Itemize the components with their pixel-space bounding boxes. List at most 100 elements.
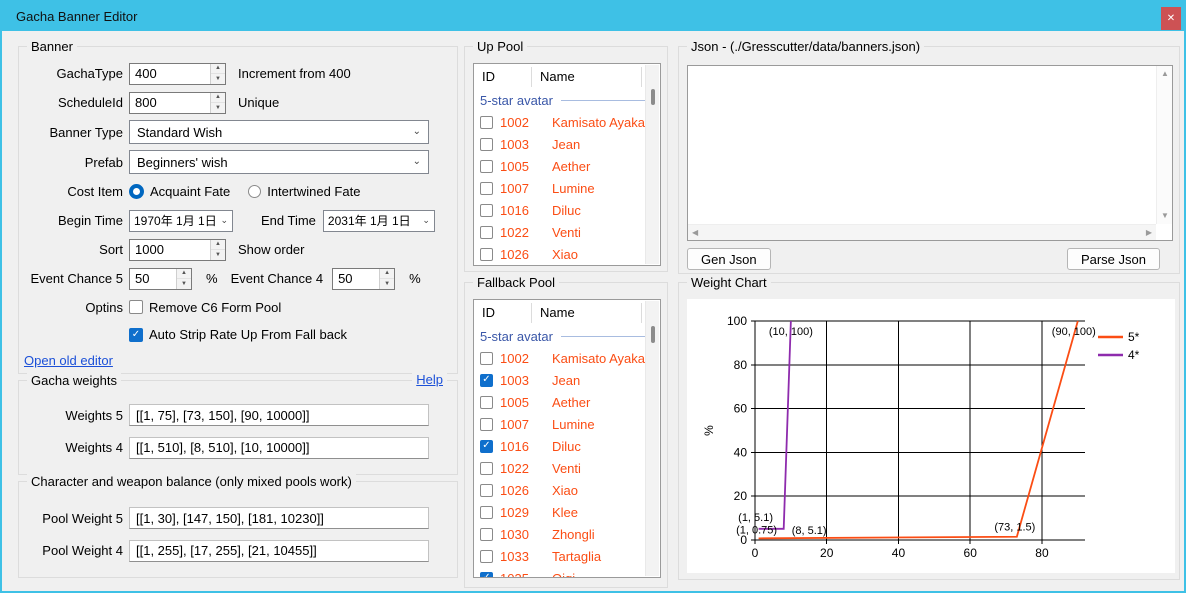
close-button[interactable]: ✕ <box>1161 7 1181 30</box>
intertwined-fate-radio[interactable] <box>248 185 261 198</box>
spin-up-icon[interactable]: ▲ <box>211 240 225 251</box>
json-textarea[interactable]: ▲ ▼ ◀ ▶ <box>687 65 1173 241</box>
section-label: 5-star avatar <box>480 93 553 108</box>
json-text-content[interactable] <box>692 69 1152 220</box>
fallback-pool-rows: 5-star avatar 1002 Kamisato Ayaka 1003 J… <box>474 325 660 578</box>
pool-row[interactable]: 1026 Xiao <box>474 243 660 265</box>
spin-down-icon[interactable]: ▼ <box>211 74 225 84</box>
remove-c6-checkbox[interactable] <box>129 300 143 314</box>
banner-type-select[interactable]: Standard Wish ⌄ <box>129 120 429 144</box>
pool-row[interactable]: 1002 Kamisato Ayaka <box>474 111 660 133</box>
event-chance-row: Event Chance 5 50 ▲▼ % Event Chance 4 50… <box>19 264 457 293</box>
event-chance-4-unit: % <box>409 271 421 286</box>
row-checkbox[interactable] <box>480 226 493 239</box>
pool-row[interactable]: 1003 Jean <box>474 369 660 391</box>
json-vertical-scrollbar[interactable]: ▲ ▼ <box>1156 66 1172 224</box>
open-old-editor-link[interactable]: Open old editor <box>24 353 113 368</box>
row-checkbox[interactable] <box>480 138 493 151</box>
row-checkbox[interactable] <box>480 248 493 261</box>
pool-weight-5-input[interactable]: [[1, 30], [147, 150], [181, 10230]] <box>129 507 429 529</box>
spin-up-icon[interactable]: ▲ <box>211 64 225 75</box>
scheduleid-spin-buttons[interactable]: ▲▼ <box>210 93 225 113</box>
event-chance-4-spinner[interactable]: 50 ▲▼ <box>332 268 395 290</box>
row-checkbox[interactable] <box>480 528 493 541</box>
prefab-value: Beginners' wish <box>137 155 228 170</box>
pool-row[interactable]: 1022 Venti <box>474 221 660 243</box>
pool-row[interactable]: 1005 Aether <box>474 391 660 413</box>
gachatype-spin-buttons[interactable]: ▲▼ <box>210 64 225 84</box>
pool-row[interactable]: 1030 Zhongli <box>474 523 660 545</box>
pool-row[interactable]: 1035 Qiqi <box>474 567 660 578</box>
scroll-left-icon[interactable]: ◀ <box>692 229 698 237</box>
weights-5-label: Weights 5 <box>19 408 123 423</box>
spin-up-icon[interactable]: ▲ <box>177 269 191 280</box>
gachatype-spinner[interactable]: 400 ▲▼ <box>129 63 226 85</box>
spin-down-icon[interactable]: ▼ <box>380 279 394 289</box>
auto-strip-checkbox[interactable] <box>129 328 143 342</box>
row-id: 1026 <box>500 247 541 262</box>
row-checkbox[interactable] <box>480 204 493 217</box>
row-checkbox[interactable] <box>480 352 493 365</box>
event-chance-5-spin-buttons[interactable]: ▲▼ <box>176 269 191 289</box>
pool-weight-4-input[interactable]: [[1, 255], [17, 255], [21, 10455]] <box>129 540 429 562</box>
pool-row[interactable]: 1029 Klee <box>474 501 660 523</box>
svg-text:80: 80 <box>1035 546 1049 560</box>
up-pool-scrollbar[interactable] <box>645 65 659 264</box>
event-chance-4-spin-buttons[interactable]: ▲▼ <box>379 269 394 289</box>
row-checkbox[interactable] <box>480 396 493 409</box>
row-checkbox[interactable] <box>480 160 493 173</box>
pool-row[interactable]: 1022 Venti <box>474 457 660 479</box>
begin-time-picker[interactable]: 1970年 1月 1日 ⌄ <box>129 210 233 232</box>
pool-row[interactable]: 1003 Jean <box>474 133 660 155</box>
row-checkbox[interactable] <box>480 462 493 475</box>
scrollbar-thumb[interactable] <box>651 326 655 343</box>
name-column-header[interactable]: Name <box>532 67 642 87</box>
weights-4-input[interactable]: [[1, 510], [8, 510], [10, 10000]] <box>129 437 429 459</box>
parse-json-button[interactable]: Parse Json <box>1067 248 1160 270</box>
row-checkbox[interactable] <box>480 572 493 579</box>
scroll-up-icon[interactable]: ▲ <box>1161 70 1169 78</box>
spin-down-icon[interactable]: ▼ <box>211 250 225 260</box>
spin-down-icon[interactable]: ▼ <box>177 279 191 289</box>
row-id: 1005 <box>500 395 541 410</box>
spin-up-icon[interactable]: ▲ <box>211 93 225 104</box>
pool-row[interactable]: 1007 Lumine <box>474 413 660 435</box>
scroll-right-icon[interactable]: ▶ <box>1146 229 1152 237</box>
acquaint-fate-radio[interactable] <box>129 184 144 199</box>
sort-spinner[interactable]: 1000 ▲▼ <box>129 239 226 261</box>
row-checkbox[interactable] <box>480 506 493 519</box>
row-checkbox[interactable] <box>480 440 493 453</box>
weights-5-input[interactable]: [[1, 75], [73, 150], [90, 10000]] <box>129 404 429 426</box>
scroll-down-icon[interactable]: ▼ <box>1161 212 1169 220</box>
name-column-header[interactable]: Name <box>532 303 642 323</box>
row-checkbox[interactable] <box>480 550 493 563</box>
fallback-pool-scrollbar[interactable] <box>645 301 659 576</box>
row-checkbox[interactable] <box>480 418 493 431</box>
end-time-picker[interactable]: 2031年 1月 1日 ⌄ <box>323 210 435 232</box>
sort-spin-buttons[interactable]: ▲▼ <box>210 240 225 260</box>
row-id: 1026 <box>500 483 541 498</box>
row-checkbox[interactable] <box>480 484 493 497</box>
titlebar[interactable]: Gacha Banner Editor ✕ <box>2 2 1184 31</box>
prefab-select[interactable]: Beginners' wish ⌄ <box>129 150 429 174</box>
scheduleid-spinner[interactable]: 800 ▲▼ <box>129 92 226 114</box>
spin-up-icon[interactable]: ▲ <box>380 269 394 280</box>
row-checkbox[interactable] <box>480 182 493 195</box>
pool-row[interactable]: 1033 Tartaglia <box>474 545 660 567</box>
gen-json-button[interactable]: Gen Json <box>687 248 771 270</box>
pool-row[interactable]: 1026 Xiao <box>474 479 660 501</box>
pool-row[interactable]: 1016 Diluc <box>474 435 660 457</box>
pool-row[interactable]: 1002 Kamisato Ayaka <box>474 347 660 369</box>
scrollbar-thumb[interactable] <box>651 89 655 105</box>
spin-down-icon[interactable]: ▼ <box>211 103 225 113</box>
row-checkbox[interactable] <box>480 116 493 129</box>
id-column-header[interactable]: ID <box>474 67 532 87</box>
json-horizontal-scrollbar[interactable]: ◀ ▶ <box>688 224 1156 240</box>
help-link[interactable]: Help <box>412 372 447 387</box>
id-column-header[interactable]: ID <box>474 303 532 323</box>
pool-row[interactable]: 1016 Diluc <box>474 199 660 221</box>
row-checkbox[interactable] <box>480 374 493 387</box>
pool-row[interactable]: 1007 Lumine <box>474 177 660 199</box>
pool-row[interactable]: 1005 Aether <box>474 155 660 177</box>
event-chance-5-spinner[interactable]: 50 ▲▼ <box>129 268 192 290</box>
